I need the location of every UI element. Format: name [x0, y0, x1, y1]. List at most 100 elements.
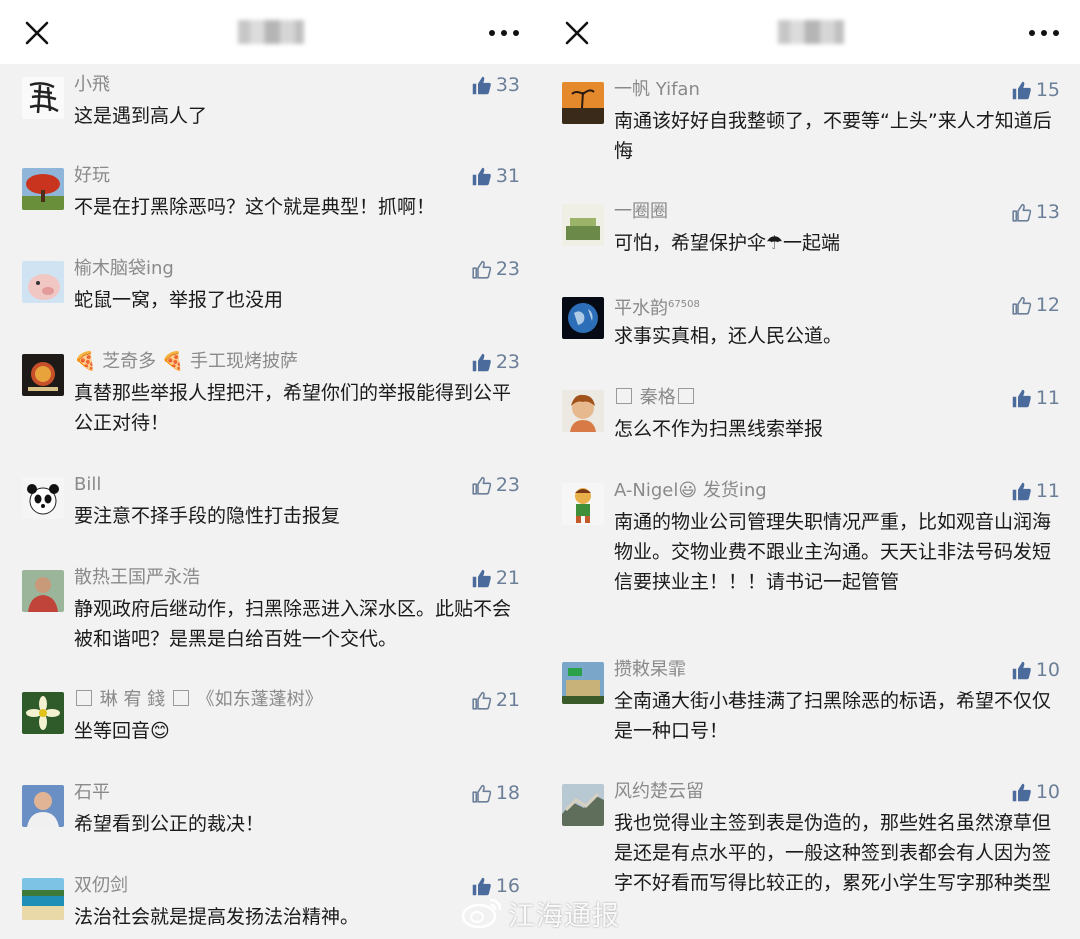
like-count: 11 — [1035, 387, 1060, 409]
more-options-icon[interactable] — [1028, 26, 1060, 40]
like-button[interactable]: 21 — [471, 566, 520, 590]
like-count: 10 — [1035, 659, 1060, 681]
like-button[interactable]: 33 — [471, 73, 520, 97]
like-count: 12 — [1035, 294, 1060, 316]
thumbs-up-filled-icon — [1012, 783, 1031, 801]
commenter-name[interactable]: A-Nigel😃 发货ing — [614, 479, 767, 503]
like-count: 31 — [495, 165, 520, 187]
like-button[interactable]: 23 — [471, 257, 520, 281]
commenter-name[interactable]: 秦格 — [614, 386, 696, 410]
comment-text: 我也觉得业主签到表是伪造的，那些姓名虽然潦草但是还是有点水平的，一般这种签到表都… — [614, 812, 1052, 894]
like-button[interactable]: 12 — [1011, 293, 1060, 317]
portrait-avatar[interactable] — [22, 785, 64, 827]
box-glyph — [616, 388, 632, 404]
like-button[interactable]: 23 — [471, 350, 520, 374]
thumbs-up-outline-icon — [1012, 203, 1031, 222]
like-button[interactable]: 23 — [471, 473, 520, 497]
close-icon[interactable] — [564, 20, 590, 46]
commenter-name[interactable]: 散热王国严永浩 — [74, 566, 200, 590]
beach-avatar[interactable] — [22, 878, 64, 920]
thumbs-up-filled-icon — [472, 167, 491, 185]
right-comment-panel: 一帆 Yifan 15 南通该好好自我整顿了，不要等“上头”来人才知道后悔 一圈… — [540, 0, 1080, 939]
building-avatar[interactable] — [562, 662, 604, 704]
man-avatar[interactable] — [22, 570, 64, 612]
like-count: 23 — [495, 258, 520, 280]
close-icon[interactable] — [24, 20, 50, 46]
flower-avatar[interactable] — [22, 692, 64, 734]
commenter-name[interactable]: Bill — [74, 473, 101, 497]
like-button[interactable]: 18 — [471, 781, 520, 805]
comment-text: 真替那些举报人捏把汗，希望你们的举报能得到公平公正对待！ — [74, 382, 512, 434]
comment-text: 蛇鼠一窝，举报了也没用 — [74, 289, 284, 311]
like-button[interactable]: 11 — [1011, 479, 1060, 503]
comment-text: 全南通大街小巷挂满了扫黑除恶的标语，希望不仅仅是一种口号！ — [614, 690, 1052, 742]
like-count: 11 — [1035, 480, 1060, 502]
box-glyph — [677, 388, 694, 404]
blurred-title — [238, 20, 304, 44]
panda-avatar[interactable] — [22, 477, 64, 519]
commenter-name[interactable]: 平水韵67508 — [614, 293, 700, 321]
name-part: 秦格 — [639, 387, 676, 408]
pig-avatar[interactable] — [22, 261, 64, 303]
like-button[interactable]: 10 — [1011, 658, 1060, 682]
commenter-name[interactable]: 小飛 — [74, 73, 110, 97]
thumbs-up-outline-icon — [472, 476, 491, 495]
wall-avatar[interactable] — [562, 784, 604, 826]
thumbs-up-outline-icon — [1012, 296, 1031, 315]
more-options-icon[interactable] — [488, 26, 520, 40]
comment-text: 坐等回音😊 — [74, 720, 170, 742]
blurred-title — [778, 20, 844, 44]
like-count: 15 — [1035, 79, 1060, 101]
like-count: 18 — [495, 782, 520, 804]
weibo-logo-icon — [461, 898, 502, 929]
name-superscript: 67508 — [668, 299, 700, 310]
thumbs-up-filled-icon — [1012, 661, 1031, 679]
thumbs-up-filled-icon — [1012, 81, 1031, 99]
thumbs-up-outline-icon — [472, 691, 491, 710]
comment-text: 求事实真相，还人民公道。 — [614, 325, 843, 347]
sunset-avatar[interactable] — [562, 82, 604, 124]
comment-text: 希望看到公正的裁决！ — [74, 813, 265, 835]
like-count: 21 — [495, 689, 520, 711]
comment-text: 法治社会就是提高发扬法治精神。 — [74, 906, 360, 928]
like-button[interactable]: 11 — [1011, 386, 1060, 410]
commenter-name[interactable]: 琳 宥 錢 《如东蓬蓬树》 — [74, 688, 323, 712]
commenter-name[interactable]: 风约楚云留 — [614, 780, 704, 804]
child-avatar[interactable] — [562, 390, 604, 432]
like-count: 23 — [495, 351, 520, 373]
box-glyph — [76, 690, 92, 706]
commenter-name[interactable]: 一圈圈 — [614, 200, 668, 224]
thumbs-up-filled-icon — [472, 353, 491, 371]
commenter-name[interactable]: 石平 — [74, 781, 110, 805]
watermark: 江海通报 — [460, 893, 620, 933]
name-part: 平水韵 — [614, 298, 668, 319]
like-button[interactable]: 15 — [1011, 78, 1060, 102]
comment-text: 要注意不择手段的隐性打击报复 — [74, 505, 341, 527]
commenter-name[interactable]: 攒敕杲霏 — [614, 658, 686, 682]
like-button[interactable]: 31 — [471, 164, 520, 188]
plant-avatar[interactable] — [562, 204, 604, 246]
watermark-text: 江海通报 — [508, 900, 620, 932]
commenter-name[interactable]: 榆木脑袋ing — [74, 257, 174, 281]
commenter-name[interactable]: 双仞剑 — [74, 874, 128, 898]
top-bar — [0, 0, 540, 64]
earth-avatar[interactable] — [562, 297, 604, 339]
commenter-name[interactable]: 🍕 芝奇多 🍕 手工现烤披萨 — [74, 350, 298, 374]
comment-text: 静观政府后继动作，扫黑除恶进入深水区。此贴不会被和谐吧？是黑是白给百姓一个交代。 — [74, 598, 512, 650]
tree-avatar[interactable] — [22, 168, 64, 210]
comment-text: 怎么不作为扫黑线索举报 — [614, 418, 824, 440]
pizza-logo-avatar[interactable] — [22, 354, 64, 396]
like-button[interactable]: 21 — [471, 688, 520, 712]
comment-text: 可怕，希望保护伞☂一起端 — [614, 232, 841, 254]
thumbs-up-outline-icon — [472, 784, 491, 803]
cartoon-avatar[interactable] — [562, 483, 604, 525]
left-comment-panel: 小飛 33 这是遇到高人了 好玩 31 不是在打黑除恶吗？这个就是典型！抓啊！ … — [0, 0, 540, 939]
like-button[interactable]: 13 — [1011, 200, 1060, 224]
comment-text: 这是遇到高人了 — [74, 105, 208, 127]
like-count: 23 — [495, 474, 520, 496]
commenter-name[interactable]: 一帆 Yifan — [614, 78, 700, 102]
like-button[interactable]: 10 — [1011, 780, 1060, 804]
thumbs-up-filled-icon — [1012, 389, 1031, 407]
calligraphy-avatar[interactable] — [22, 77, 64, 119]
commenter-name[interactable]: 好玩 — [74, 164, 110, 188]
